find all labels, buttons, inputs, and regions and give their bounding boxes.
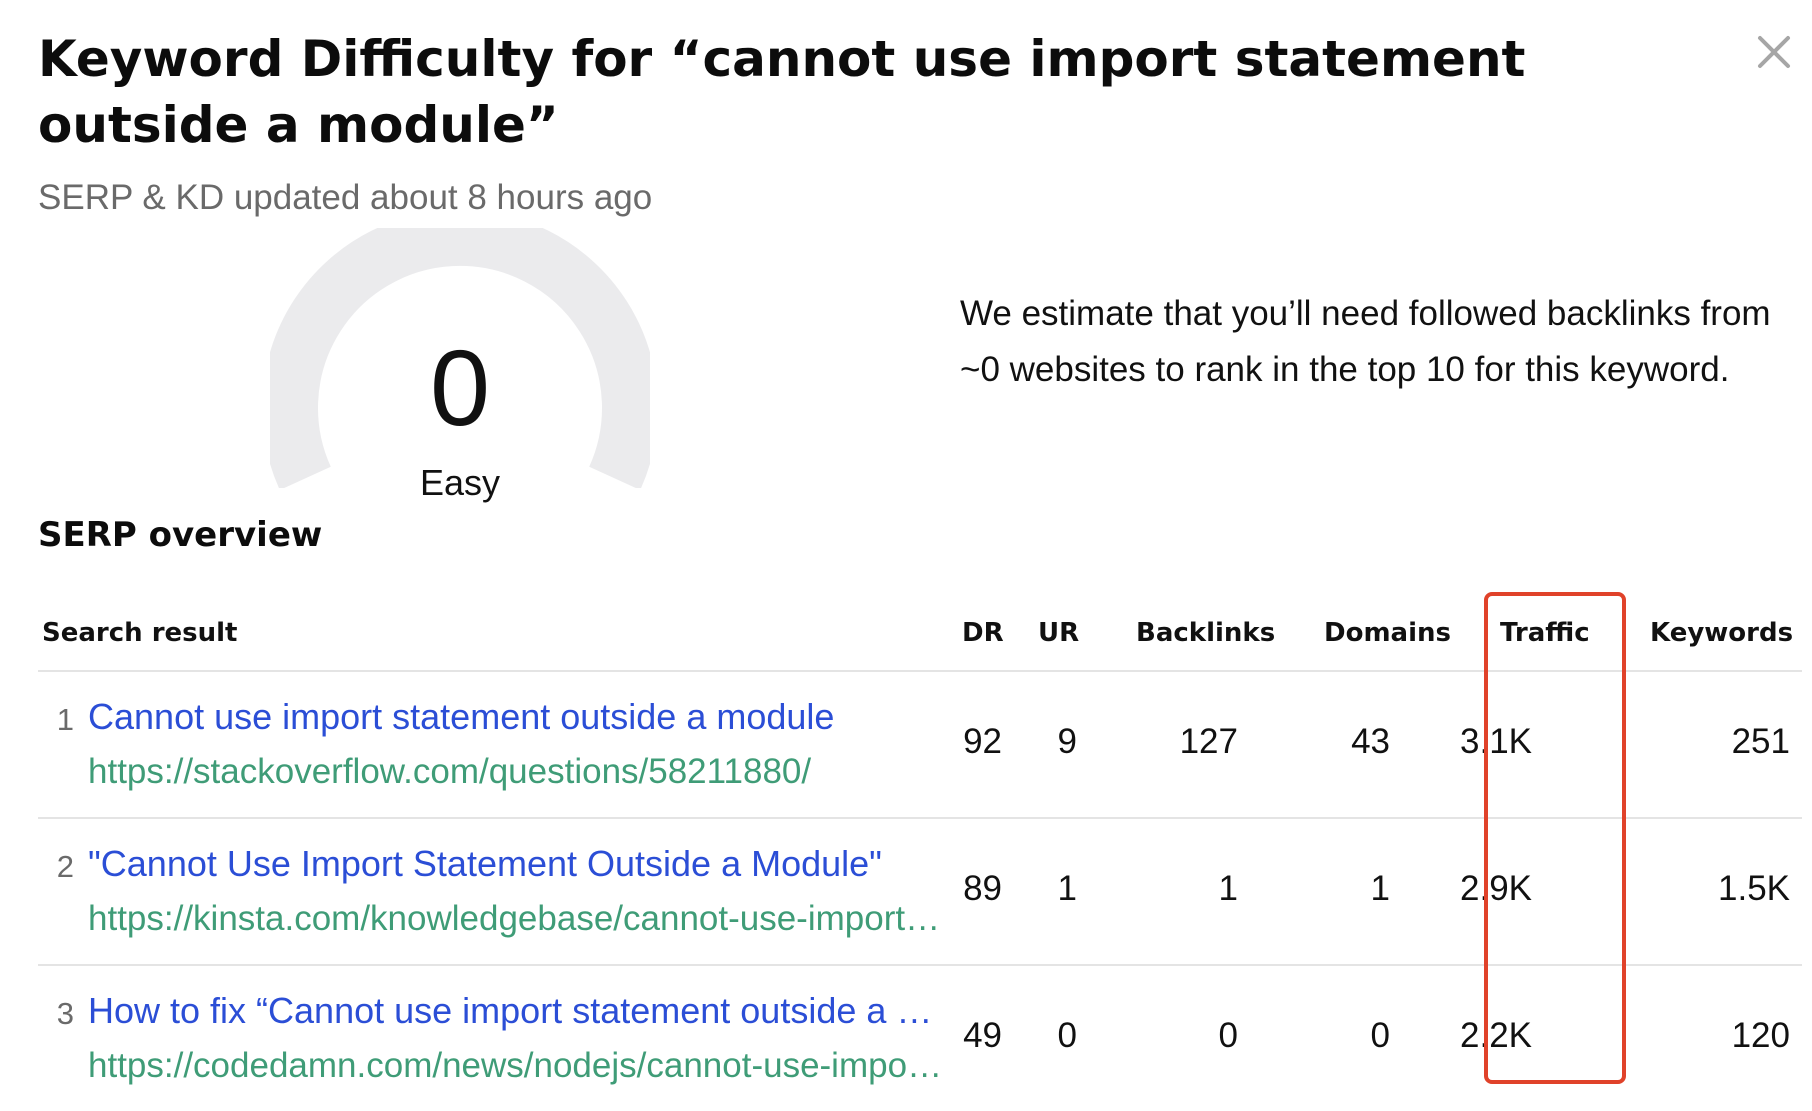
table-row: 1 Cannot use import statement outside a … <box>38 672 1802 819</box>
cell-keywords: 120 <box>1731 1016 1790 1055</box>
cell-dr: 92 <box>963 722 1002 761</box>
table-row: 2 "Cannot Use Import Statement Outside a… <box>38 819 1802 966</box>
column-traffic[interactable]: Traffic <box>1500 618 1590 648</box>
result-title-link[interactable]: How to fix “Cannot use import statement … <box>88 990 948 1032</box>
cell-dr: 49 <box>963 1016 1002 1055</box>
cell-keywords: 1.5K <box>1718 869 1790 908</box>
cell-keywords: 251 <box>1731 722 1790 761</box>
cell-domains: 43 <box>1351 722 1390 761</box>
kd-gauge: 0 Easy <box>270 228 650 503</box>
cell-backlinks: 0 <box>1218 1016 1238 1055</box>
result-title-link[interactable]: "Cannot Use Import Statement Outside a M… <box>88 843 948 885</box>
result-rank: 1 <box>56 702 74 737</box>
result-rank: 2 <box>56 849 74 884</box>
serp-overview-title: SERP overview <box>38 515 323 555</box>
table-row: 3 How to fix “Cannot use import statemen… <box>38 966 1802 1111</box>
cell-ur: 9 <box>1057 722 1077 761</box>
cell-traffic: 2.2K <box>1460 1016 1532 1055</box>
updated-status: SERP & KD updated about 8 hours ago <box>38 178 653 217</box>
cell-traffic: 2.9K <box>1460 869 1532 908</box>
kd-score: 0 <box>429 327 491 448</box>
result-rank: 3 <box>56 996 74 1031</box>
column-ur[interactable]: UR <box>1038 618 1079 648</box>
backlinks-estimate: We estimate that you’ll need followed ba… <box>960 294 1771 389</box>
cell-domains: 1 <box>1370 869 1390 908</box>
close-icon[interactable] <box>1752 30 1796 74</box>
kd-difficulty-label: Easy <box>419 462 501 503</box>
column-keywords[interactable]: Keywords <box>1650 618 1793 648</box>
cell-traffic: 3.1K <box>1460 722 1532 761</box>
result-url-link[interactable]: https://stackoverflow.com/questions/5821… <box>88 752 948 792</box>
serp-table: Search result DR UR Backlinks Domains Tr… <box>38 598 1802 1111</box>
cell-domains: 0 <box>1370 1016 1390 1055</box>
cell-backlinks: 127 <box>1179 722 1238 761</box>
table-header: Search result DR UR Backlinks Domains Tr… <box>38 598 1802 672</box>
result-url-link[interactable]: https://codedamn.com/news/nodejs/cannot-… <box>88 1046 948 1086</box>
cell-ur: 0 <box>1057 1016 1077 1055</box>
cell-ur: 1 <box>1057 869 1077 908</box>
cell-dr: 89 <box>963 869 1002 908</box>
cell-backlinks: 1 <box>1218 869 1238 908</box>
dialog-title: Keyword Difficulty for “cannot use impor… <box>38 30 1526 154</box>
result-url-link[interactable]: https://kinsta.com/knowledgebase/cannot-… <box>88 899 948 939</box>
column-backlinks[interactable]: Backlinks <box>1136 618 1275 648</box>
result-title-link[interactable]: Cannot use import statement outside a mo… <box>88 696 948 738</box>
keyword-difficulty-dialog: Keyword Difficulty for “cannot use impor… <box>0 0 1812 1106</box>
column-domains[interactable]: Domains <box>1324 618 1451 648</box>
column-search-result[interactable]: Search result <box>42 618 237 648</box>
column-dr[interactable]: DR <box>962 618 1004 648</box>
